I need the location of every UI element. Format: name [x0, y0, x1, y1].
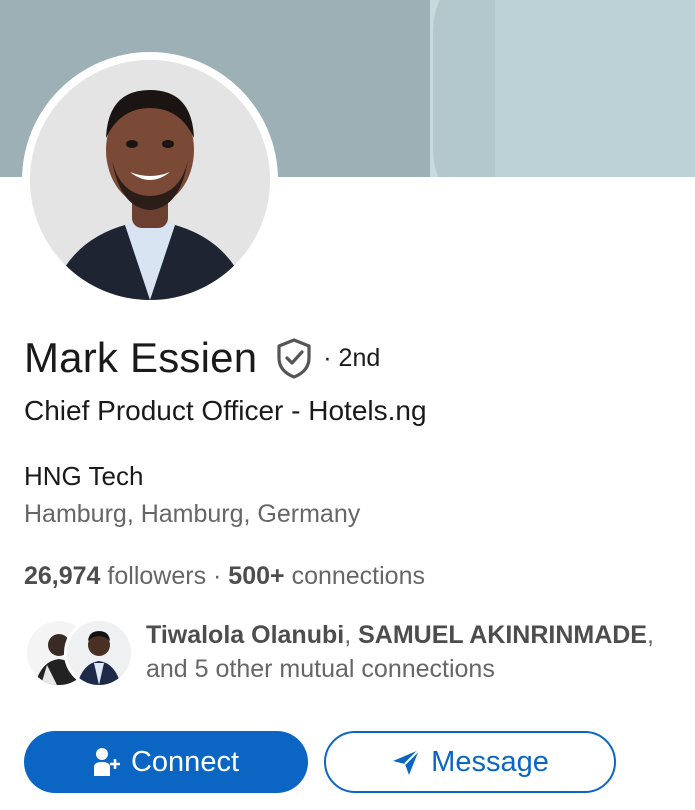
add-person-icon: [93, 747, 121, 777]
mutual-connections-text: Tiwalola Olanubi, SAMUEL AKINRINMADE, an…: [146, 618, 686, 686]
connections-count[interactable]: 500+: [228, 562, 284, 590]
followers-count[interactable]: 26,974: [24, 562, 100, 590]
connection-degree: · 2nd: [323, 343, 381, 372]
avatar: [64, 618, 134, 688]
connections-label: connections: [291, 562, 425, 590]
connect-label: Connect: [130, 745, 239, 778]
shield-check-icon[interactable]: [275, 336, 315, 380]
banner-shape: [495, 0, 695, 177]
mutual-name: Tiwalola Olanubi: [146, 621, 345, 649]
mutual-separator: ,: [647, 621, 654, 649]
profile-photo[interactable]: [22, 52, 278, 308]
mutual-connections[interactable]: Tiwalola Olanubi, SAMUEL AKINRINMADE, an…: [24, 618, 686, 688]
person-photo-icon: [30, 60, 270, 300]
message-label: Message: [431, 745, 549, 778]
mutual-avatars: [24, 618, 134, 688]
followers-label: followers: [107, 562, 207, 590]
profile-name: Mark Essien: [24, 334, 258, 381]
profile-stats: 26,974 followers · 500+ connections: [24, 562, 425, 591]
send-icon: [391, 748, 421, 776]
profile-headline: Chief Product Officer - Hotels.ng: [24, 395, 427, 426]
profile-location: Hamburg, Hamburg, Germany: [24, 500, 361, 528]
mutual-separator: ,: [344, 621, 359, 649]
mutual-others: and 5 other mutual connections: [146, 655, 495, 683]
mutual-name: SAMUEL AKINRINMADE: [358, 621, 647, 649]
stats-separator: ·: [206, 562, 229, 590]
message-button[interactable]: Message: [324, 731, 616, 793]
connect-button[interactable]: Connect: [24, 731, 308, 793]
name-row: Mark Essien · 2nd: [24, 334, 380, 382]
avatar: [30, 60, 270, 300]
current-company[interactable]: HNG Tech: [24, 461, 143, 492]
